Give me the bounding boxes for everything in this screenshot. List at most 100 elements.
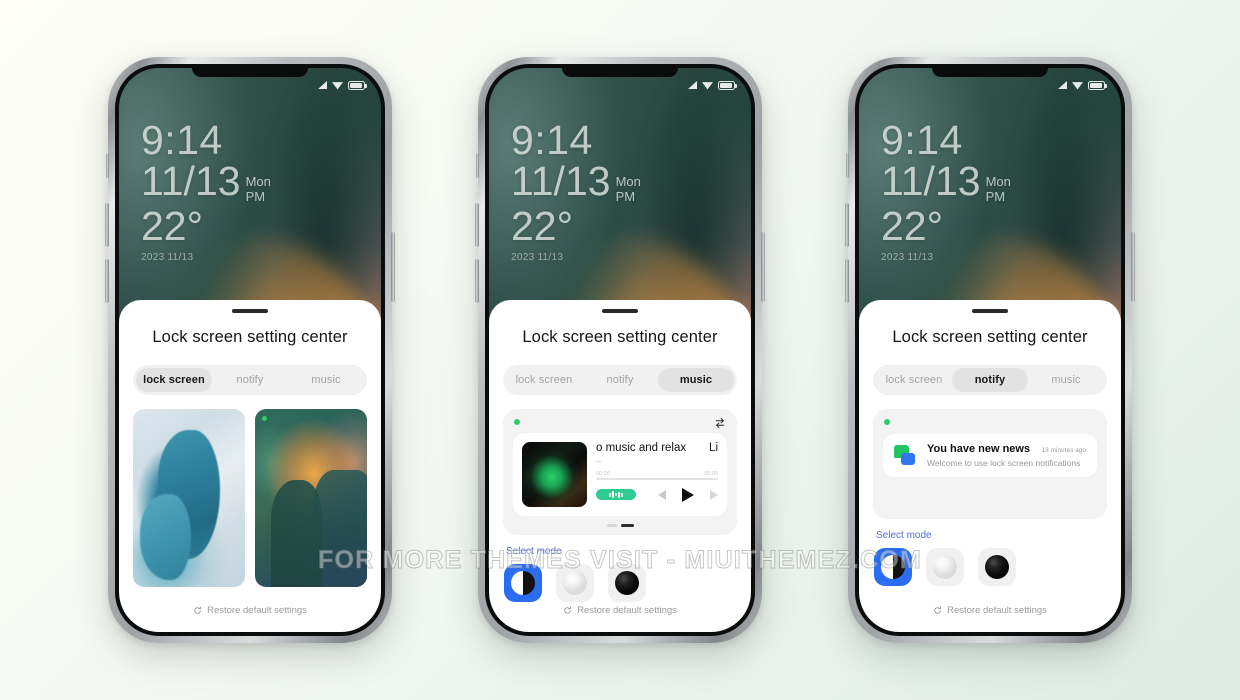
clock-full-date: 2023 11/13 bbox=[511, 251, 564, 263]
tab-bar: lock screen notify music bbox=[133, 365, 367, 395]
page-dot-2[interactable] bbox=[620, 524, 634, 527]
mode-dark[interactable] bbox=[608, 563, 646, 602]
silent-switch[interactable] bbox=[846, 153, 849, 178]
wifi-icon bbox=[1072, 81, 1083, 90]
auto-mode-icon bbox=[511, 570, 535, 595]
lock-screen-clock: 9:14 11/13 Mon PM 22° 2023 11/13 bbox=[511, 117, 641, 263]
clock-time: 9:14 bbox=[141, 117, 223, 163]
mode-selector bbox=[503, 563, 737, 602]
device-notch bbox=[192, 68, 308, 77]
active-dot-icon bbox=[884, 419, 890, 425]
clock-meridiem: PM bbox=[985, 188, 1006, 204]
phone-3: 9:14 11/13 Mon PM 22° 2023 11/13 Lock sc… bbox=[845, 57, 1135, 643]
notification-title: You have new news bbox=[927, 443, 1031, 455]
clock-temperature: 22° bbox=[141, 203, 204, 250]
clock-weekday: Mon bbox=[985, 174, 1011, 190]
device-notch bbox=[562, 68, 678, 77]
restore-default-settings-button[interactable]: Restore default settings bbox=[503, 605, 737, 632]
clock-weekday-meridiem: Mon PM bbox=[986, 161, 1011, 204]
notification-description: Welcome to use lock screen notifications bbox=[927, 458, 1081, 468]
page-title: Lock screen setting center bbox=[152, 328, 348, 346]
restore-label: Restore default settings bbox=[207, 605, 307, 616]
tab-lock-screen[interactable]: lock screen bbox=[136, 368, 212, 392]
music-widget-preview: o music and relax Li – 00:00 00:00 bbox=[503, 409, 737, 535]
sheet-spacer-1 bbox=[133, 587, 367, 605]
mode-dark[interactable] bbox=[978, 548, 1016, 586]
light-mode-icon bbox=[933, 555, 957, 579]
mode-auto[interactable] bbox=[874, 548, 912, 586]
clock-weekday-meridiem: Mon PM bbox=[246, 161, 271, 204]
mode-selector bbox=[873, 548, 1107, 586]
refresh-icon bbox=[564, 606, 572, 614]
wifi-icon bbox=[332, 81, 343, 90]
clock-date-row: 11/13 Mon PM bbox=[141, 161, 271, 204]
silent-switch[interactable] bbox=[106, 153, 109, 178]
light-mode-icon bbox=[563, 570, 587, 595]
power-button[interactable] bbox=[391, 232, 395, 302]
drag-handle[interactable] bbox=[232, 309, 268, 313]
wallpaper-ice[interactable] bbox=[133, 409, 245, 587]
music-progress-bar[interactable] bbox=[596, 478, 718, 480]
power-button[interactable] bbox=[761, 232, 765, 302]
mode-light[interactable] bbox=[556, 563, 594, 602]
volume-up-button[interactable] bbox=[475, 203, 479, 247]
drag-handle[interactable] bbox=[972, 309, 1008, 313]
mode-auto[interactable] bbox=[504, 563, 542, 602]
previous-track-icon[interactable] bbox=[658, 489, 666, 500]
volume-down-button[interactable] bbox=[105, 259, 109, 303]
volume-up-button[interactable] bbox=[845, 203, 849, 247]
restore-default-settings-button[interactable]: Restore default settings bbox=[133, 605, 367, 632]
music-title-row: o music and relax Li bbox=[596, 442, 718, 454]
tab-notify[interactable]: notify bbox=[582, 368, 658, 392]
power-button[interactable] bbox=[1131, 232, 1135, 302]
clock-date: 11/13 bbox=[141, 158, 241, 205]
music-artist: – bbox=[596, 456, 602, 466]
tab-notify[interactable]: notify bbox=[212, 368, 288, 392]
dark-mode-icon bbox=[985, 555, 1009, 579]
music-time-total: 00:00 bbox=[704, 471, 718, 477]
phone-2-screen: 9:14 11/13 Mon PM 22° 2023 11/13 Lock sc… bbox=[489, 68, 751, 632]
messages-icon-blue bbox=[901, 453, 915, 465]
play-icon[interactable] bbox=[682, 487, 694, 502]
clock-time: 9:14 bbox=[881, 117, 963, 163]
page-title: Lock screen setting center bbox=[892, 328, 1088, 346]
mode-light[interactable] bbox=[926, 548, 964, 586]
phone-2: 9:14 11/13 Mon PM 22° 2023 11/13 Lock sc… bbox=[475, 57, 765, 643]
clock-weekday: Mon bbox=[615, 174, 641, 190]
music-time-elapsed: 00:00 bbox=[596, 471, 610, 477]
equalizer-icon[interactable] bbox=[596, 489, 636, 500]
volume-down-button[interactable] bbox=[475, 259, 479, 303]
volume-up-button[interactable] bbox=[105, 203, 109, 247]
tab-notify[interactable]: notify bbox=[952, 368, 1028, 392]
tab-lock-screen[interactable]: lock screen bbox=[506, 368, 582, 392]
refresh-icon bbox=[934, 606, 942, 614]
clock-time: 9:14 bbox=[511, 117, 593, 163]
select-mode-label: Select mode bbox=[506, 545, 562, 557]
tab-lock-screen[interactable]: lock screen bbox=[876, 368, 952, 392]
swap-arrows-icon[interactable] bbox=[714, 417, 726, 429]
silent-switch[interactable] bbox=[476, 153, 479, 178]
tab-music[interactable]: music bbox=[288, 368, 364, 392]
wallpaper-grid bbox=[133, 409, 367, 587]
phone-1: 9:14 11/13 Mon PM 22° 2023 11/13 Lock sc… bbox=[105, 57, 395, 643]
lock-screen-clock: 9:14 11/13 Mon PM 22° 2023 11/13 bbox=[141, 117, 271, 262]
restore-default-settings-button[interactable]: Restore default settings bbox=[873, 605, 1107, 632]
battery-full-icon bbox=[1088, 80, 1107, 90]
drag-handle[interactable] bbox=[602, 309, 638, 313]
phone-3-screen: 9:14 11/13 Mon PM 22° 2023 11/13 Lock sc… bbox=[859, 68, 1121, 632]
volume-down-button[interactable] bbox=[845, 259, 849, 303]
tab-music[interactable]: music bbox=[658, 368, 734, 392]
next-track-icon[interactable] bbox=[710, 489, 718, 500]
phone-mockup-row: 9:14 11/13 Mon PM 22° 2023 11/13 Lock sc… bbox=[0, 0, 1240, 700]
notification-card[interactable]: You have new news 13 minutes ago Welcome… bbox=[883, 434, 1097, 477]
music-time-row: 00:00 00:00 bbox=[596, 471, 718, 477]
notification-body: You have new news 13 minutes ago Welcome… bbox=[927, 443, 1086, 468]
wallpaper-abstract[interactable] bbox=[255, 409, 367, 587]
tab-music[interactable]: music bbox=[1028, 368, 1104, 392]
page-dot-1[interactable] bbox=[606, 524, 617, 527]
notification-widget-preview: You have new news 13 minutes ago Welcome… bbox=[873, 409, 1107, 519]
page-title: Lock screen setting center bbox=[522, 328, 718, 346]
restore-label: Restore default settings bbox=[577, 605, 677, 616]
select-mode-label: Select mode bbox=[876, 530, 932, 541]
lock-screen-setting-sheet: Lock screen setting center lock screen n… bbox=[489, 300, 751, 632]
